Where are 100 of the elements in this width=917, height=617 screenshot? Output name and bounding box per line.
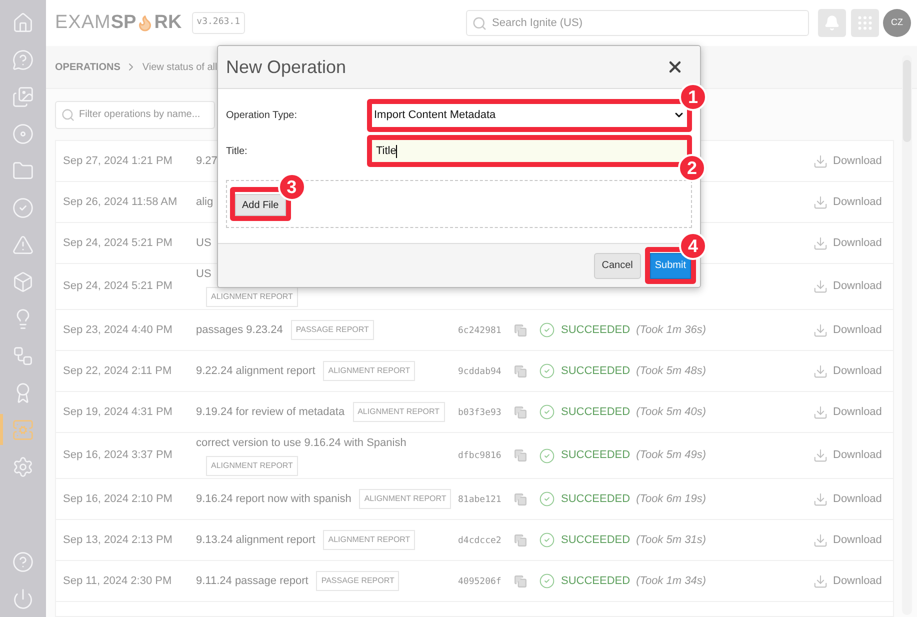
duration-text: (Took 5m 49s)	[636, 448, 706, 464]
cube-icon[interactable]	[12, 270, 34, 292]
download-button[interactable]: Download	[813, 447, 882, 464]
report-tag: ALIGNMENT REPORT	[352, 402, 445, 422]
bell-icon	[824, 15, 840, 31]
copy-icon[interactable]	[514, 449, 527, 462]
status-text: SUCCEEDED	[561, 574, 630, 589]
download-button[interactable]: Download	[813, 234, 882, 252]
report-tag: ALIGNMENT REPORT	[323, 530, 416, 550]
notifications-button[interactable]	[818, 9, 846, 37]
date-text: Sep 16, 2024 2:10 PM	[63, 492, 172, 505]
hash-text: 81abe121	[458, 494, 502, 505]
hash-text: d4cdcce2	[458, 536, 502, 546]
copy-icon[interactable]	[514, 574, 527, 588]
report-tag: ALIGNMENT REPORT	[359, 489, 452, 509]
download-icon	[813, 236, 828, 250]
copy-icon[interactable]	[514, 324, 527, 336]
help-bubble-icon[interactable]	[12, 48, 34, 70]
active-indicator	[0, 414, 3, 445]
date-text: Sep 13, 2024 2:13 PM	[63, 534, 172, 546]
logo-text: SP	[110, 10, 136, 35]
search-icon	[61, 108, 75, 122]
date-text: Sep 19, 2024 4:31 PM	[63, 406, 172, 418]
duration-text: (Took 5m 31s)	[636, 532, 706, 548]
date-text: Sep 24, 2024 5:21 PM	[63, 236, 172, 249]
images-icon[interactable]	[12, 86, 34, 108]
copy-icon[interactable]	[514, 534, 527, 546]
workflow-icon[interactable]	[12, 344, 34, 366]
warning-icon[interactable]	[12, 234, 34, 256]
download-icon	[813, 154, 828, 168]
status-text: SUCCEEDED	[561, 532, 630, 548]
status-text: SUCCEEDED	[561, 404, 630, 420]
status-text: SUCCEEDED	[561, 492, 630, 507]
status-text: SUCCEEDED	[561, 364, 630, 379]
operation-name: 9.11.24 passage report	[196, 574, 308, 589]
scrollbar[interactable]	[902, 55, 912, 615]
hash-text: 4095206f	[458, 576, 502, 587]
download-icon	[813, 322, 828, 338]
duration-text: (Took 6m 19s)	[636, 492, 706, 507]
title-input[interactable]: Title	[372, 140, 687, 162]
download-button[interactable]: Download	[813, 152, 882, 170]
download-button[interactable]: Download	[813, 532, 882, 548]
report-tag: ALIGNMENT REPORT	[323, 361, 416, 381]
check-circle-icon	[539, 448, 555, 464]
settings-icon[interactable]	[12, 456, 34, 478]
apps-button[interactable]	[851, 9, 879, 37]
folder-icon[interactable]	[12, 160, 34, 182]
submit-button[interactable]: Submit	[650, 252, 691, 279]
breadcrumb-section[interactable]: OPERATIONS	[55, 60, 120, 74]
download-button[interactable]: Download	[813, 490, 882, 508]
search-field[interactable]: Search Ignite (US)	[466, 10, 809, 36]
operation-name: 9.27	[196, 154, 218, 169]
copy-icon[interactable]	[514, 492, 527, 506]
field-label: Title:	[226, 144, 248, 158]
duration-text: (Took 5m 40s)	[636, 404, 706, 420]
download-icon	[813, 279, 828, 294]
avatar-button[interactable]: CZ	[883, 9, 911, 37]
check-circle-icon	[539, 322, 555, 338]
date-text: Sep 27, 2024 1:21 PM	[63, 154, 172, 167]
breadcrumb-description: View status of all	[142, 60, 218, 74]
status-text: SUCCEEDED	[561, 448, 630, 464]
grid-icon	[856, 14, 874, 32]
report-tag: PASSAGE REPORT	[316, 571, 400, 591]
download-icon	[813, 492, 828, 506]
download-icon	[813, 448, 828, 463]
duration-text: (Took 1m 36s)	[636, 322, 706, 338]
operation-name: 9.16.24 report now with spanish	[196, 492, 352, 507]
report-tag: PASSAGE REPORT	[290, 320, 374, 340]
status-text: SUCCEEDED	[561, 322, 630, 338]
hash-text: 6c242981	[458, 326, 502, 336]
download-button[interactable]: Download	[813, 404, 882, 420]
date-text: Sep 22, 2024 2:11 PM	[63, 364, 172, 377]
target-icon[interactable]	[12, 122, 34, 144]
download-button[interactable]: Download	[813, 572, 882, 590]
operation-name: correct version to use 9.16.24 with Spanish	[196, 436, 406, 451]
copy-icon[interactable]	[514, 406, 527, 418]
download-icon	[813, 194, 828, 210]
operation-name: 9.22.24 alignment report	[196, 364, 316, 379]
download-button[interactable]: Download	[813, 362, 882, 380]
home-icon[interactable]	[12, 12, 34, 34]
help-icon[interactable]	[12, 550, 34, 572]
download-button[interactable]: Download	[813, 278, 882, 295]
power-icon[interactable]	[12, 588, 34, 610]
duration-text: (Took 1m 34s)	[636, 574, 706, 589]
download-button[interactable]: Download	[813, 322, 882, 338]
download-icon	[813, 364, 828, 378]
operation-name: alig	[196, 194, 214, 210]
download-button[interactable]: Download	[813, 194, 882, 210]
server-gear-icon[interactable]	[12, 418, 34, 440]
cancel-button[interactable]: Cancel	[594, 252, 641, 278]
add-file-button[interactable]: Add File	[235, 194, 286, 216]
logo-text: RK	[154, 10, 182, 35]
check-circle-icon[interactable]	[12, 196, 34, 218]
filter-field[interactable]: Filter operations by name...	[55, 100, 215, 128]
copy-icon[interactable]	[514, 364, 527, 378]
dialog-title: New Operation	[226, 56, 346, 79]
check-circle-icon	[539, 491, 555, 507]
date-text: Sep 16, 2024 3:37 PM	[63, 449, 172, 462]
date-text: Sep 11, 2024 2:30 PM	[63, 574, 172, 587]
date-text: Sep 23, 2024 4:40 PM	[63, 324, 172, 336]
